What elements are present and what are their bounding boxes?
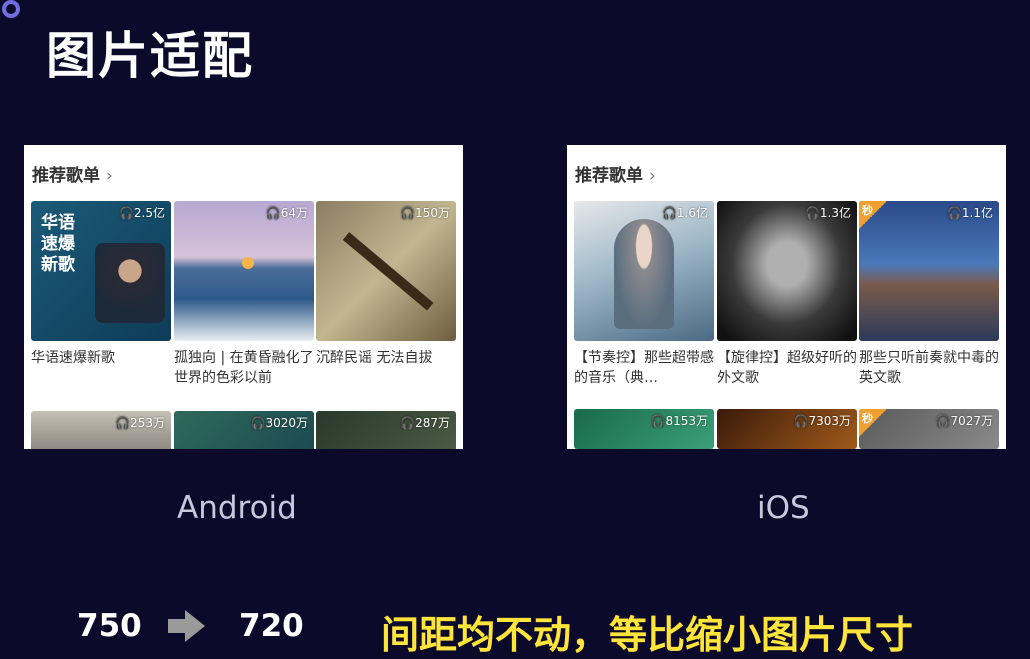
- playlist-card[interactable]: 🎧1.3亿 【旋律控】超级好听的外文歌: [717, 201, 857, 388]
- playlist-title: 【旋律控】超级好听的外文歌: [717, 350, 857, 386]
- playlist-cover: 🎧150万: [316, 201, 456, 341]
- playlist-card[interactable]: 秒 🎧7027万: [859, 409, 999, 449]
- play-count: 🎧1.3亿: [804, 206, 851, 220]
- playlist-cover: 🎧253万: [31, 411, 171, 449]
- playlist-title: 孤独向 | 在黄昏融化了世界的色彩以前: [174, 350, 314, 386]
- playlist-cover: 🎧3020万: [174, 411, 314, 449]
- cover-text: 华语 速爆 新歌: [41, 213, 75, 275]
- ios-screenshot-panel: 推荐歌单 › 🎧1.6亿 【节奏控】那些超带感的音乐（典… 🎧1.3亿 【旋律控】…: [567, 145, 1006, 449]
- play-count: 🎧7303万: [793, 414, 852, 428]
- playlist-card[interactable]: 华语 速爆 新歌 🎧2.5亿 华语速爆新歌: [31, 201, 171, 368]
- play-count: 🎧7027万: [935, 414, 994, 428]
- width-from: 750: [77, 608, 142, 644]
- playlist-card[interactable]: 🎧253万: [31, 411, 171, 449]
- arrow-right-icon: [168, 619, 186, 633]
- chevron-right-icon: ›: [649, 166, 656, 186]
- playlist-card[interactable]: 🎧8153万: [574, 409, 714, 449]
- playlist-title: 那些只听前奏就中毒的英文歌: [859, 350, 999, 386]
- tagline: 间距均不动，等比缩小图片尺寸: [381, 613, 914, 657]
- playlist-title: 华语速爆新歌: [31, 350, 115, 366]
- playlist-card[interactable]: 🎧287万: [316, 411, 456, 449]
- playlist-card[interactable]: 🎧7303万: [717, 409, 857, 449]
- android-screenshot-panel: 推荐歌单 › 华语 速爆 新歌 🎧2.5亿 华语速爆新歌 🎧64万 孤独向 | 在…: [24, 145, 463, 449]
- playlist-title: 【节奏控】那些超带感的音乐（典…: [574, 350, 714, 386]
- android-label: Android: [177, 490, 297, 526]
- playlist-cover: 🎧1.3亿: [717, 201, 857, 341]
- ios-label: iOS: [757, 490, 810, 526]
- play-count: 🎧8153万: [650, 414, 709, 428]
- playlist-cover: 🎧8153万: [574, 409, 714, 449]
- play-count: 🎧3020万: [250, 416, 309, 430]
- width-to: 720: [239, 608, 304, 644]
- playlist-cover: 🎧287万: [316, 411, 456, 449]
- exclusive-badge: 秒: [859, 201, 887, 229]
- playlist-cover: 华语 速爆 新歌 🎧2.5亿: [31, 201, 171, 341]
- slide-title: 图片适配: [46, 27, 254, 85]
- playlist-cover: 🎧7303万: [717, 409, 857, 449]
- playlist-cover: 秒 🎧7027万: [859, 409, 999, 449]
- section-header-label: 推荐歌单: [575, 166, 643, 186]
- play-count: 🎧1.1亿: [946, 206, 993, 220]
- playlist-card[interactable]: 🎧3020万: [174, 411, 314, 449]
- playlist-cover: 秒 🎧1.1亿: [859, 201, 999, 341]
- playlist-card[interactable]: 🎧150万 沉醉民谣 无法自拔: [316, 201, 456, 368]
- section-header-label: 推荐歌单: [32, 166, 100, 186]
- cover-guitar: [342, 232, 434, 311]
- play-count: 🎧287万: [400, 416, 450, 430]
- play-count: 🎧253万: [115, 416, 165, 430]
- playlist-card[interactable]: 🎧64万 孤独向 | 在黄昏融化了世界的色彩以前: [174, 201, 314, 388]
- play-count: 🎧150万: [400, 206, 450, 220]
- arrow-right-icon-head: [185, 610, 205, 642]
- cover-sun: [242, 257, 254, 269]
- section-header[interactable]: 推荐歌单 ›: [575, 161, 656, 186]
- playlist-cover: 🎧64万: [174, 201, 314, 341]
- play-count: 🎧64万: [265, 206, 308, 220]
- playlist-card[interactable]: 🎧1.6亿 【节奏控】那些超带感的音乐（典…: [574, 201, 714, 388]
- section-header[interactable]: 推荐歌单 ›: [32, 161, 113, 186]
- cover-figure: [614, 219, 674, 329]
- playlist-title: 沉醉民谣 无法自拔: [316, 350, 433, 366]
- play-count: 🎧1.6亿: [661, 206, 708, 220]
- playlist-cover: 🎧1.6亿: [574, 201, 714, 341]
- cover-portrait: [95, 243, 165, 323]
- chevron-right-icon: ›: [106, 166, 113, 186]
- exclusive-badge: 秒: [859, 409, 887, 437]
- logo-ring-icon: [2, 0, 20, 18]
- play-count: 🎧2.5亿: [118, 206, 165, 220]
- playlist-card[interactable]: 秒 🎧1.1亿 那些只听前奏就中毒的英文歌: [859, 201, 999, 388]
